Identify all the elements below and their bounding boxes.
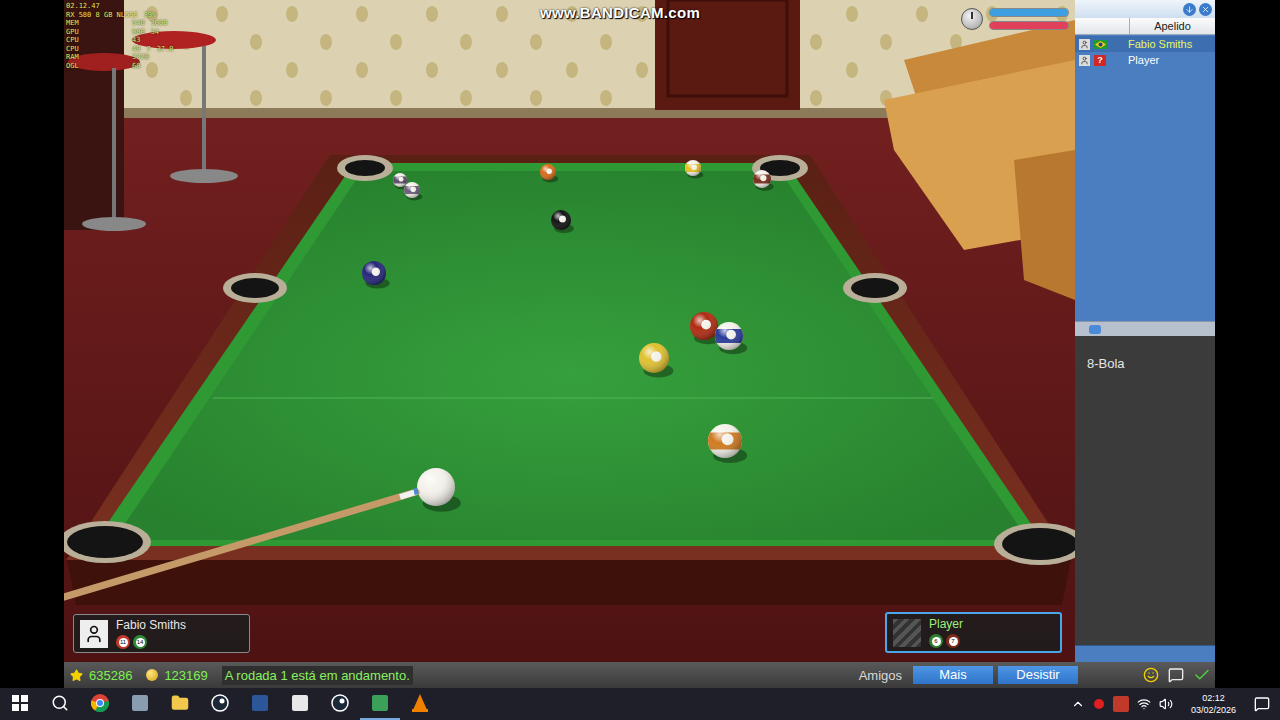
shot-timer <box>961 8 1069 30</box>
star-icon <box>70 669 83 682</box>
avatar-icon <box>893 619 921 647</box>
tray-app-icon[interactable] <box>1113 696 1129 712</box>
app-icon[interactable] <box>120 688 160 720</box>
chat-input[interactable] <box>1075 645 1215 662</box>
player-card: Fabio Smiths1114 <box>73 614 250 653</box>
pocket <box>337 155 393 181</box>
steam-icon[interactable] <box>320 688 360 720</box>
pool-table <box>64 155 1075 605</box>
stat-row: GPU58034 <box>66 28 174 37</box>
stripe-ball <box>708 424 747 463</box>
windows-icon <box>12 695 28 711</box>
stripe-ball <box>753 170 774 191</box>
status-button[interactable]: Mais <box>913 666 993 684</box>
avatar-icon <box>80 620 108 648</box>
user-list: Fabio Smiths?Player <box>1075 35 1215 321</box>
ball-icon: 7 <box>946 634 960 648</box>
pocket <box>223 273 287 303</box>
status-bar: 635286123169A rodada 1 está em andamento… <box>64 662 1215 688</box>
solid-ball <box>540 164 558 182</box>
black-border <box>1215 0 1280 688</box>
column-header[interactable]: Apelido <box>1075 18 1215 35</box>
stat-row: CPU43 <box>66 36 174 45</box>
stat-row: CPU49737.0 <box>66 45 174 54</box>
ball-icon: 11 <box>116 635 130 649</box>
watermark: www.BANDICAM.com <box>540 4 700 21</box>
solid-ball <box>362 261 390 289</box>
screen: 02.12.47RX 580 8 GB NL55E39%MEM5401000GP… <box>0 0 1280 720</box>
stat-row: RX 580 8 GB NL55E39% <box>66 11 174 20</box>
bar-stools <box>64 0 238 231</box>
start-button[interactable] <box>0 688 40 720</box>
steam-icon[interactable] <box>200 688 240 720</box>
solid-ball <box>639 343 674 378</box>
timer-bar <box>989 8 1069 17</box>
ball-icon: 14 <box>133 635 147 649</box>
chat-icon[interactable] <box>1168 667 1184 683</box>
game-window: 02.12.47RX 580 8 GB NL55E39%MEM5401000GP… <box>64 0 1215 688</box>
search-icon[interactable] <box>40 688 80 720</box>
word-icon[interactable] <box>240 688 280 720</box>
stat-row: OGL60 <box>66 62 174 71</box>
taskbar: 02:1203/02/2026 <box>0 688 1280 720</box>
cue-stick[interactable] <box>64 491 418 600</box>
player-card: Player67 <box>885 612 1062 653</box>
smile-icon[interactable] <box>1143 667 1159 683</box>
user-row[interactable]: Fabio Smiths <box>1075 36 1215 52</box>
pocket <box>64 521 151 563</box>
game-view[interactable]: 02.12.47RX 580 8 GB NL55E39%MEM5401000GP… <box>64 0 1075 662</box>
coin-icon <box>146 669 158 681</box>
record-icon[interactable] <box>1093 698 1105 710</box>
chrome-icon[interactable] <box>80 688 120 720</box>
friends-link[interactable]: Amigos <box>859 668 902 683</box>
status-message: A rodada 1 está em andamento. <box>222 666 413 685</box>
stripe-ball <box>404 182 422 200</box>
black-border <box>0 0 64 688</box>
stripe-ball <box>715 322 747 354</box>
unknown-badge: ? <box>1094 55 1106 66</box>
user-icon <box>1079 39 1090 50</box>
system-tray: 02:1203/02/2026 <box>1071 692 1280 716</box>
ball-icon: 6 <box>929 634 943 648</box>
brazil-flag-icon <box>1094 40 1107 49</box>
user-row[interactable]: ?Player <box>1075 52 1215 68</box>
volume-icon[interactable] <box>1159 697 1173 711</box>
sofa <box>884 20 1075 300</box>
user-icon <box>1079 55 1090 66</box>
clock-icon <box>961 8 983 30</box>
check-icon[interactable] <box>1193 666 1211 684</box>
download-icon[interactable] <box>1183 3 1196 16</box>
roblox-icon[interactable] <box>280 688 320 720</box>
stripe-ball <box>685 160 703 178</box>
stat-row: RAM3320 <box>66 53 174 62</box>
scrollbar[interactable] <box>1075 321 1215 336</box>
status-button[interactable]: Desistir <box>998 666 1078 684</box>
pocket <box>994 523 1075 565</box>
eight-ball <box>551 210 574 233</box>
stat-row: MEM5401000 <box>66 19 174 28</box>
chevron-icon[interactable] <box>1071 697 1085 711</box>
performance-overlay: 02.12.47RX 580 8 GB NL55E39%MEM5401000GP… <box>66 2 174 70</box>
folder-icon[interactable] <box>160 688 200 720</box>
game-icon[interactable] <box>360 688 400 720</box>
sidebar: ApelidoFabio Smiths?Player 8-Bola <box>1075 0 1215 662</box>
notification-icon[interactable] <box>1254 696 1270 712</box>
timer-bar <box>989 21 1069 30</box>
clock[interactable]: 02:1203/02/2026 <box>1191 692 1236 716</box>
cue-ball[interactable] <box>417 468 461 512</box>
vlc-icon[interactable] <box>400 688 440 720</box>
close-icon[interactable] <box>1199 3 1212 16</box>
chat-panel: 8-Bola <box>1075 336 1215 645</box>
network-icon[interactable] <box>1137 697 1151 711</box>
pool-room <box>64 0 1075 662</box>
pocket <box>843 273 907 303</box>
